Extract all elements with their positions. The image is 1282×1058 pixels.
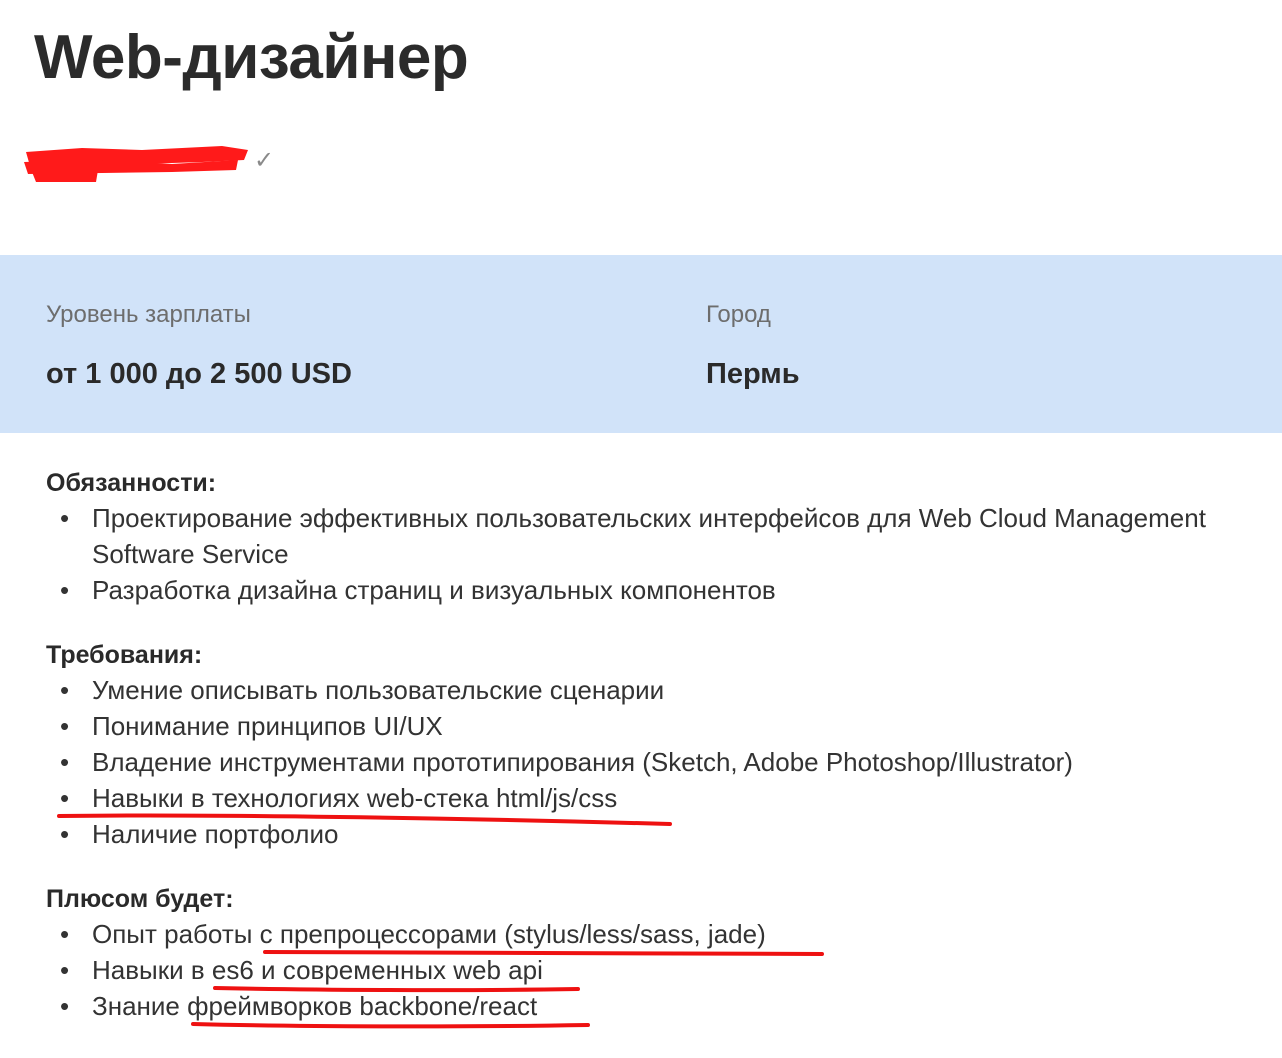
verified-check-icon: ✓ <box>254 147 275 174</box>
list-item: Навыки в технологиях web-стека html/js/c… <box>46 780 1246 816</box>
city-block: Город Пермь <box>706 299 800 391</box>
section-requirements: Требования: Умение описывать пользовател… <box>46 638 1246 852</box>
list-item: Владение инструментами прототипирования … <box>46 744 1246 780</box>
redaction-scribble <box>24 146 248 182</box>
city-label: Город <box>706 301 771 328</box>
vacancy-info-band: Уровень зарплаты от 1 000 до 2 500 USD Г… <box>0 255 1282 433</box>
list-item: Опыт работы с препроцессорами (stylus/le… <box>46 916 1246 952</box>
requirements-list: Умение описывать пользовательские сценар… <box>46 672 1246 852</box>
list-item: Понимание принципов UI/UX <box>46 708 1246 744</box>
plus-list: Опыт работы с препроцессорами (stylus/le… <box>46 916 1246 1024</box>
section-plus: Плюсом будет: Опыт работы с препроцессор… <box>46 882 1246 1024</box>
list-item: Наличие портфолио <box>46 816 1246 852</box>
section-title-duties: Обязанности: <box>46 469 217 497</box>
list-item: Умение описывать пользовательские сценар… <box>46 672 1246 708</box>
page-title: Web-дизайнер <box>34 23 469 92</box>
salary-block: Уровень зарплаты от 1 000 до 2 500 USD <box>46 299 352 391</box>
section-duties: Обязанности: Проектирование эффективных … <box>46 466 1246 608</box>
list-item: Знание фреймворков backbone/react <box>46 988 1246 1024</box>
vacancy-description: Обязанности: Проектирование эффективных … <box>46 466 1246 1024</box>
section-title-plus: Плюсом будет: <box>46 885 234 913</box>
section-title-requirements: Требования: <box>46 641 203 669</box>
city-value: Пермь <box>706 358 800 390</box>
salary-label: Уровень зарплаты <box>46 301 251 328</box>
list-item: Разработка дизайна страниц и визуальных … <box>46 572 1246 608</box>
list-item: Навыки в es6 и современных web api <box>46 952 1246 988</box>
duties-list: Проектирование эффективных пользовательс… <box>46 500 1246 608</box>
salary-value: от 1 000 до 2 500 USD <box>46 358 352 390</box>
list-item: Проектирование эффективных пользовательс… <box>46 500 1246 572</box>
employer-row: ✓ <box>22 140 302 186</box>
